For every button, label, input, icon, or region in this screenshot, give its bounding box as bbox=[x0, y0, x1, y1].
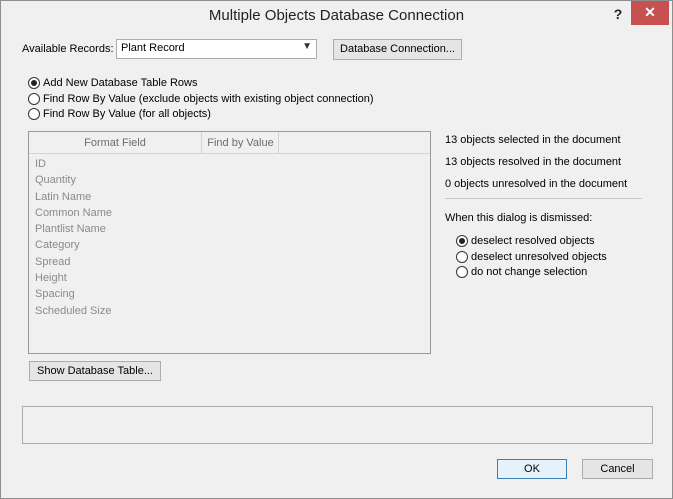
help-button[interactable]: ? bbox=[605, 4, 631, 24]
field-rows: ID Quantity Latin Name Common Name Plant… bbox=[35, 156, 112, 319]
radio-label: do not change selection bbox=[471, 266, 588, 278]
ok-button[interactable]: OK bbox=[497, 459, 567, 479]
database-connection-button[interactable]: Database Connection... bbox=[333, 39, 462, 60]
radio-deselect-resolved[interactable]: deselect resolved objects bbox=[456, 235, 595, 247]
resolved-count-text: 13 objects resolved in the document bbox=[445, 156, 622, 168]
list-item[interactable]: Latin Name bbox=[35, 189, 112, 205]
radio-deselect-unresolved[interactable]: deselect unresolved objects bbox=[456, 251, 607, 263]
radio-unchecked-icon bbox=[456, 251, 468, 263]
list-item[interactable]: ID bbox=[35, 156, 112, 172]
close-button[interactable]: ✕ bbox=[631, 1, 669, 25]
available-records-value: Plant Record bbox=[121, 42, 185, 54]
radio-unchecked-icon bbox=[28, 93, 40, 105]
list-item[interactable]: Quantity bbox=[35, 172, 112, 188]
list-header: Format Field Find by Value bbox=[29, 132, 430, 154]
list-item[interactable]: Spacing bbox=[35, 286, 112, 302]
cancel-button[interactable]: Cancel bbox=[582, 459, 653, 479]
radio-label: Find Row By Value (for all objects) bbox=[43, 108, 211, 120]
list-item[interactable]: Category bbox=[35, 237, 112, 253]
selected-count-text: 13 objects selected in the document bbox=[445, 134, 621, 146]
title-bar: Multiple Objects Database Connection ? ✕ bbox=[1, 1, 672, 32]
list-item[interactable]: Common Name bbox=[35, 205, 112, 221]
radio-label: deselect unresolved objects bbox=[471, 251, 607, 263]
chevron-down-icon: ▼ bbox=[302, 41, 312, 52]
divider bbox=[445, 198, 642, 199]
radio-label: Add New Database Table Rows bbox=[43, 77, 198, 89]
list-item[interactable]: Scheduled Size bbox=[35, 303, 112, 319]
list-item[interactable]: Height bbox=[35, 270, 112, 286]
radio-label: Find Row By Value (exclude objects with … bbox=[43, 93, 374, 105]
radio-add-new-rows[interactable]: Add New Database Table Rows bbox=[28, 77, 198, 89]
dialog-title: Multiple Objects Database Connection bbox=[208, 7, 465, 24]
list-item[interactable]: Plantlist Name bbox=[35, 221, 112, 237]
radio-unchecked-icon bbox=[456, 266, 468, 278]
column-header-format-field[interactable]: Format Field bbox=[29, 132, 202, 154]
status-area bbox=[22, 406, 653, 444]
radio-find-row-exclude[interactable]: Find Row By Value (exclude objects with … bbox=[28, 93, 374, 105]
dialog-window: Multiple Objects Database Connection ? ✕… bbox=[0, 0, 673, 499]
column-header-find-by-value[interactable]: Find by Value bbox=[203, 132, 279, 154]
available-records-select[interactable]: Plant Record ▼ bbox=[116, 39, 317, 59]
radio-unchecked-icon bbox=[28, 108, 40, 120]
available-records-label: Available Records: bbox=[22, 43, 114, 55]
radio-no-change[interactable]: do not change selection bbox=[456, 266, 587, 278]
list-item[interactable]: Spread bbox=[35, 254, 112, 270]
format-field-list[interactable]: Format Field Find by Value ID Quantity L… bbox=[28, 131, 431, 354]
unresolved-count-text: 0 objects unresolved in the document bbox=[445, 178, 628, 190]
radio-checked-icon bbox=[456, 235, 468, 247]
dismiss-label: When this dialog is dismissed: bbox=[445, 212, 593, 224]
radio-find-row-all[interactable]: Find Row By Value (for all objects) bbox=[28, 108, 211, 120]
radio-checked-icon bbox=[28, 77, 40, 89]
radio-label: deselect resolved objects bbox=[471, 235, 595, 247]
show-database-table-button[interactable]: Show Database Table... bbox=[29, 361, 161, 381]
close-icon: ✕ bbox=[644, 4, 656, 20]
